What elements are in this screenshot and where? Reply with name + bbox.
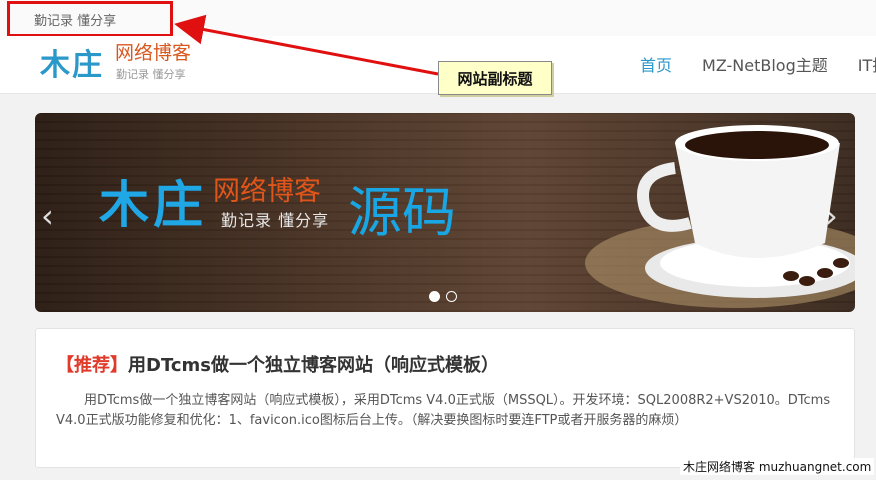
annotation-callout: 网站副标题 <box>438 61 552 95</box>
carousel-dots <box>429 291 457 302</box>
chevron-right-icon[interactable]: › <box>825 197 838 235</box>
article-title[interactable]: 用DTcms做一个独立博客网站（响应式模板） <box>128 355 499 376</box>
article-card: 【推荐】用DTcms做一个独立博客网站（响应式模板） 用DTcms做一个独立博客… <box>35 328 855 468</box>
site-logo-name[interactable]: 网络博客 <box>115 38 191 65</box>
banner-headline: 源码 <box>348 181 456 244</box>
nav-item-it[interactable]: IT技 <box>858 52 876 76</box>
main-nav: 首页 MZ-NetBlog主题 IT技 <box>640 52 876 76</box>
hero-banner[interactable]: 木庄 网络博客 勤记录 懂分享 源码 ‹ › <box>35 113 855 312</box>
banner-logo-mark: 木庄 <box>99 175 207 234</box>
banner-logo-subtitle: 勤记录 懂分享 <box>221 211 330 230</box>
coffee-cup-image <box>585 125 855 308</box>
watermark: 木庄网络博客 muzhuangnet.com <box>680 458 875 475</box>
nav-item-theme[interactable]: MZ-NetBlog主题 <box>702 52 828 76</box>
article-title-line[interactable]: 【推荐】用DTcms做一个独立博客网站（响应式模板） <box>56 351 499 377</box>
carousel-dot-2[interactable] <box>446 291 457 302</box>
annotation-highlight-box <box>7 1 173 37</box>
carousel-dot-1[interactable] <box>429 291 440 302</box>
article-recommend-tag: 【推荐】 <box>56 355 128 376</box>
chevron-left-icon[interactable]: ‹ <box>41 197 54 235</box>
site-logo-mark[interactable]: 木庄 <box>40 40 104 84</box>
banner-logo-name: 网络博客 <box>213 176 321 207</box>
site-logo-subtitle: 勤记录 懂分享 <box>116 68 186 81</box>
nav-item-home[interactable]: 首页 <box>640 52 672 76</box>
article-excerpt: 用DTcms做一个独立博客网站（响应式模板），采用DTcms V4.0正式版（M… <box>56 393 831 428</box>
